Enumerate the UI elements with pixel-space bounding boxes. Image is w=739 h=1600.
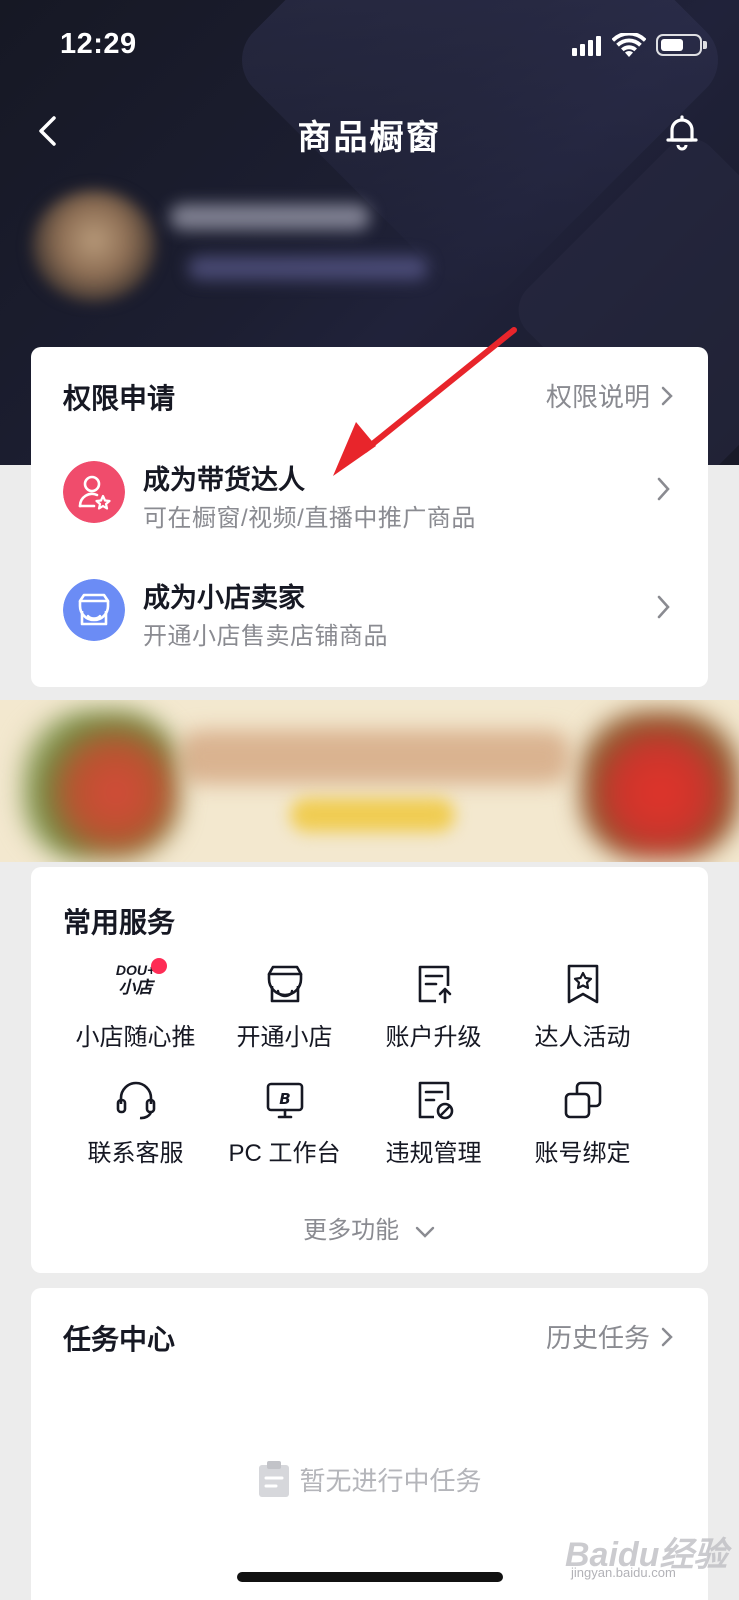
chevron-right-icon [657, 595, 670, 619]
status-bar: 12:29 [0, 0, 739, 96]
promo-banner[interactable] [0, 700, 739, 862]
account-bind-icon [564, 1081, 601, 1119]
bell-icon[interactable] [660, 110, 704, 154]
battery-icon [656, 34, 707, 56]
cellular-signal-icon [572, 36, 601, 56]
chevron-right-icon [661, 386, 673, 405]
store-icon [63, 579, 125, 641]
watermark: Baidu经验 jingyan.baidu.com [565, 1527, 727, 1580]
page-title: 商品橱窗 [297, 119, 442, 157]
service-label: 联系客服 [87, 1140, 184, 1167]
permission-info-label: 权限说明 [545, 382, 650, 412]
service-label: 达人活动 [534, 1024, 631, 1051]
service-talent-activity[interactable]: 达人活动 [498, 962, 667, 1062]
watermark-url: jingyan.baidu.com [571, 1565, 676, 1580]
username-redacted [170, 204, 370, 230]
task-history-link[interactable]: 历史任务 [546, 1318, 674, 1355]
permission-info-link[interactable]: 权限说明 [546, 377, 674, 414]
become-seller-title: 成为小店卖家 [143, 583, 305, 613]
permission-card: 权限申请 权限说明 成为带货达人 可在橱窗/视频/直播中推广商品 成为小店卖家 … [31, 347, 708, 687]
more-functions-label: 更多功能 [303, 1217, 400, 1244]
task-empty-state: 暂无进行中任务 [31, 1460, 708, 1498]
chevron-right-icon [657, 477, 670, 501]
violation-icon [418, 1081, 453, 1120]
become-talent-subtitle: 可在橱窗/视频/直播中推广商品 [143, 505, 476, 532]
clipboard-icon [259, 1461, 290, 1497]
service-open-store[interactable]: 开通小店 [200, 962, 369, 1062]
svg-text:B: B [279, 1090, 290, 1108]
avatar[interactable] [32, 190, 156, 302]
service-label: 开通小店 [236, 1024, 333, 1051]
service-label: 账号绑定 [534, 1140, 631, 1167]
service-label: 小店随心推 [75, 1024, 196, 1051]
account-upgrade-icon [418, 965, 451, 1004]
status-time: 12:29 [60, 28, 137, 60]
service-dou-store-promo[interactable]: DOU+ 小店 小店随心推 [51, 958, 220, 1062]
become-seller-subtitle: 开通小店售卖店铺商品 [143, 623, 388, 650]
chevron-right-icon [661, 1327, 673, 1346]
service-account-binding[interactable]: 账号绑定 [498, 1078, 667, 1178]
service-pc-workbench[interactable]: B PC 工作台 [200, 1078, 369, 1178]
more-functions-button[interactable]: 更多功能 [31, 1210, 708, 1245]
services-section-title: 常用服务 [63, 907, 176, 938]
talent-activity-icon [567, 964, 598, 1004]
wifi-icon [612, 33, 646, 57]
service-violation-management[interactable]: 违规管理 [349, 1078, 518, 1178]
task-history-label: 历史任务 [545, 1323, 650, 1353]
home-indicator[interactable] [237, 1572, 503, 1582]
become-talent-title: 成为带货达人 [143, 465, 305, 495]
service-label: 账户升级 [385, 1024, 482, 1051]
task-section-title: 任务中心 [63, 1324, 176, 1355]
user-tag-redacted [188, 256, 428, 280]
dou-plus-logo-line2: 小店 [118, 978, 153, 997]
headset-icon [116, 1081, 155, 1120]
chevron-down-icon [415, 1226, 435, 1238]
store-icon [267, 965, 302, 1003]
service-label: 违规管理 [385, 1140, 482, 1167]
service-account-upgrade[interactable]: 账户升级 [349, 962, 518, 1062]
become-talent-row[interactable]: 成为带货达人 可在橱窗/视频/直播中推广商品 [31, 446, 708, 546]
permission-section-title: 权限申请 [63, 383, 176, 414]
task-empty-text: 暂无进行中任务 [299, 1465, 482, 1496]
service-label: PC 工作台 [228, 1140, 341, 1167]
pc-workbench-icon: B [266, 1082, 303, 1119]
become-seller-row[interactable]: 成为小店卖家 开通小店售卖店铺商品 [31, 564, 708, 664]
services-card: 常用服务 DOU+ 小店 小店随心推 开通小店 账户升级 达人活动 联系客服 B… [31, 867, 708, 1273]
user-star-icon [63, 461, 125, 523]
service-customer-support[interactable]: 联系客服 [51, 1078, 220, 1178]
profile-header[interactable] [18, 178, 428, 308]
notification-dot [151, 958, 167, 974]
